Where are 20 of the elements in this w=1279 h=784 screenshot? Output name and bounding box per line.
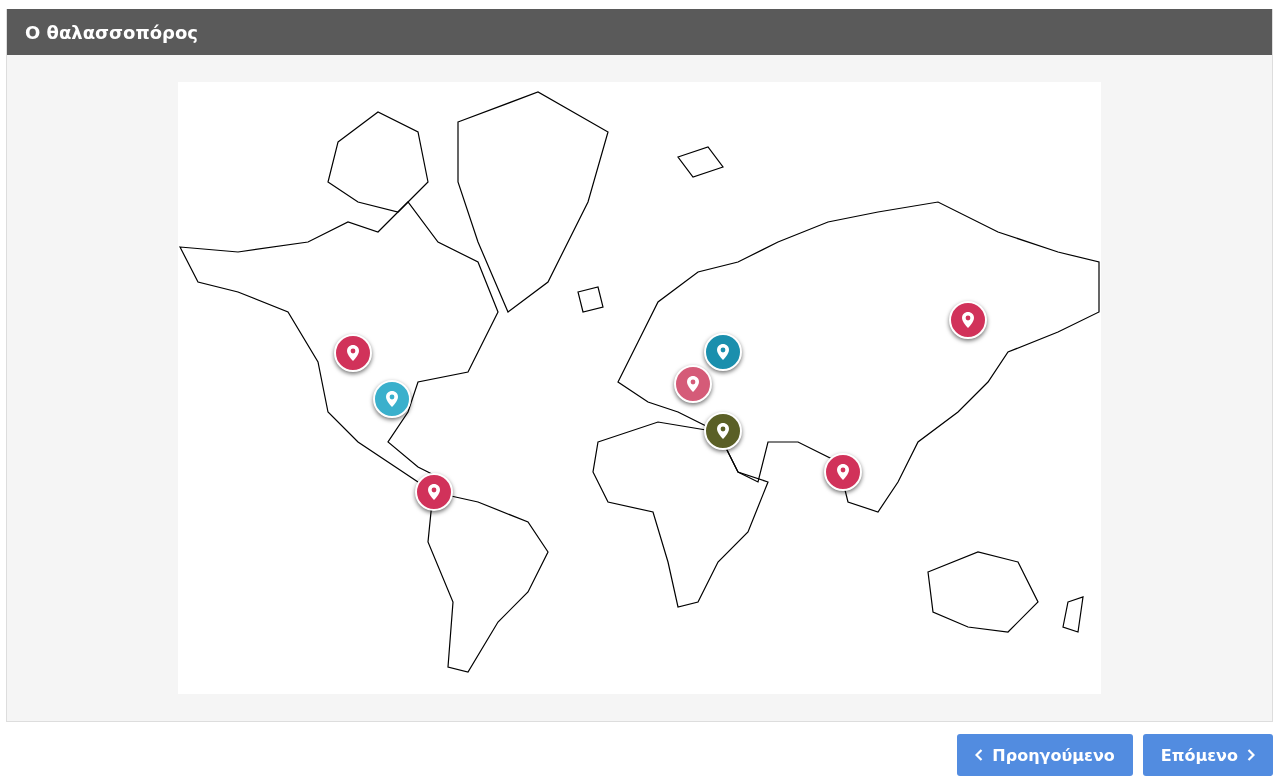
location-marker-icon — [837, 464, 849, 480]
map-pin[interactable] — [949, 301, 987, 339]
map-pin[interactable] — [704, 412, 742, 450]
chevron-right-icon — [1247, 749, 1255, 761]
location-marker-icon — [717, 423, 729, 439]
location-marker-icon — [687, 376, 699, 392]
next-button[interactable]: Επόμενο — [1142, 734, 1273, 776]
location-marker-icon — [386, 391, 398, 407]
map-pin[interactable] — [415, 473, 453, 511]
location-marker-icon — [962, 312, 974, 328]
previous-button[interactable]: Προηγούμενο — [957, 734, 1133, 776]
map-pin[interactable] — [674, 365, 712, 403]
map-pin[interactable] — [704, 333, 742, 371]
location-marker-icon — [717, 344, 729, 360]
map-pin[interactable] — [334, 334, 372, 372]
chevron-left-icon — [975, 749, 984, 761]
panel-title: Ο θαλασσοπόρος — [25, 21, 198, 43]
location-marker-icon — [428, 484, 440, 500]
map-pin[interactable] — [824, 453, 862, 491]
location-marker-icon — [347, 345, 359, 361]
